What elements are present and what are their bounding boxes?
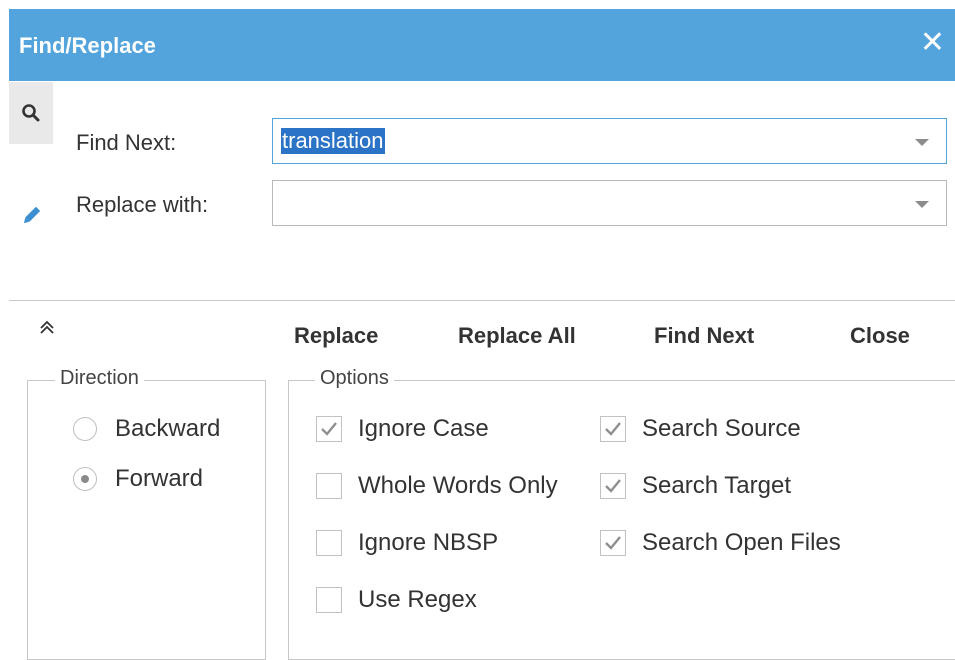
find-next-label: Find Next: bbox=[76, 130, 177, 155]
ignore-case-option[interactable]: Ignore Case bbox=[316, 415, 489, 443]
section-divider bbox=[9, 300, 955, 301]
find-next-value: translation bbox=[281, 128, 385, 154]
replace-all-button[interactable]: Replace All bbox=[458, 323, 576, 349]
replace-with-label: Replace with: bbox=[76, 192, 209, 217]
ignore-nbsp-label: Ignore NBSP bbox=[358, 529, 499, 556]
use-regex-label: Use Regex bbox=[358, 586, 477, 613]
close-icon[interactable]: ✕ bbox=[920, 25, 945, 61]
forward-label: Forward bbox=[115, 465, 204, 492]
search-target-checkbox[interactable] bbox=[600, 473, 626, 499]
whole-words-only-label: Whole Words Only bbox=[358, 472, 558, 499]
backward-label: Backward bbox=[115, 415, 221, 442]
search-target-option[interactable]: Search Target bbox=[600, 472, 791, 500]
forward-radio[interactable] bbox=[73, 467, 97, 491]
replace-dropdown-arrow-icon[interactable] bbox=[915, 201, 929, 208]
find-tab[interactable] bbox=[9, 82, 53, 144]
forward-radio-option[interactable]: Forward bbox=[73, 465, 203, 493]
direction-legend: Direction bbox=[55, 367, 144, 390]
direction-group: Direction Backward Forward bbox=[27, 367, 266, 660]
search-source-option[interactable]: Search Source bbox=[600, 415, 801, 443]
replace-button[interactable]: Replace bbox=[294, 323, 378, 349]
find-dropdown-arrow-icon[interactable] bbox=[915, 139, 929, 146]
use-regex-checkbox[interactable] bbox=[316, 587, 342, 613]
whole-words-only-option[interactable]: Whole Words Only bbox=[316, 472, 558, 500]
checkmark-icon bbox=[605, 536, 621, 550]
checkmark-icon bbox=[321, 422, 337, 436]
whole-words-only-checkbox[interactable] bbox=[316, 473, 342, 499]
ignore-nbsp-checkbox[interactable] bbox=[316, 530, 342, 556]
close-button[interactable]: Close bbox=[850, 323, 910, 349]
ignore-case-label: Ignore Case bbox=[358, 415, 489, 442]
backward-radio[interactable] bbox=[73, 417, 97, 441]
pencil-icon bbox=[23, 206, 41, 224]
ignore-nbsp-option[interactable]: Ignore NBSP bbox=[316, 529, 498, 557]
options-group: Options Ignore Case Whole Words Only Ign… bbox=[288, 367, 955, 660]
replace-with-input[interactable] bbox=[272, 180, 947, 226]
backward-radio-option[interactable]: Backward bbox=[73, 415, 220, 443]
find-next-input[interactable]: translation bbox=[272, 118, 947, 164]
collapse-chevron-up-icon[interactable] bbox=[37, 318, 57, 338]
search-open-files-label: Search Open Files bbox=[642, 529, 841, 556]
search-open-files-checkbox[interactable] bbox=[600, 530, 626, 556]
use-regex-option[interactable]: Use Regex bbox=[316, 586, 477, 614]
replace-tab[interactable] bbox=[9, 184, 53, 248]
dialog-title: Find/Replace bbox=[19, 33, 156, 58]
search-source-checkbox[interactable] bbox=[600, 416, 626, 442]
search-icon bbox=[22, 104, 40, 122]
checkmark-icon bbox=[605, 479, 621, 493]
options-legend: Options bbox=[315, 367, 394, 390]
search-target-label: Search Target bbox=[642, 472, 791, 499]
dialog-title-bar: Find/Replace ✕ bbox=[9, 9, 955, 81]
find-next-button[interactable]: Find Next bbox=[654, 323, 754, 349]
checkmark-icon bbox=[605, 422, 621, 436]
ignore-case-checkbox[interactable] bbox=[316, 416, 342, 442]
search-open-files-option[interactable]: Search Open Files bbox=[600, 529, 841, 557]
search-source-label: Search Source bbox=[642, 415, 801, 442]
